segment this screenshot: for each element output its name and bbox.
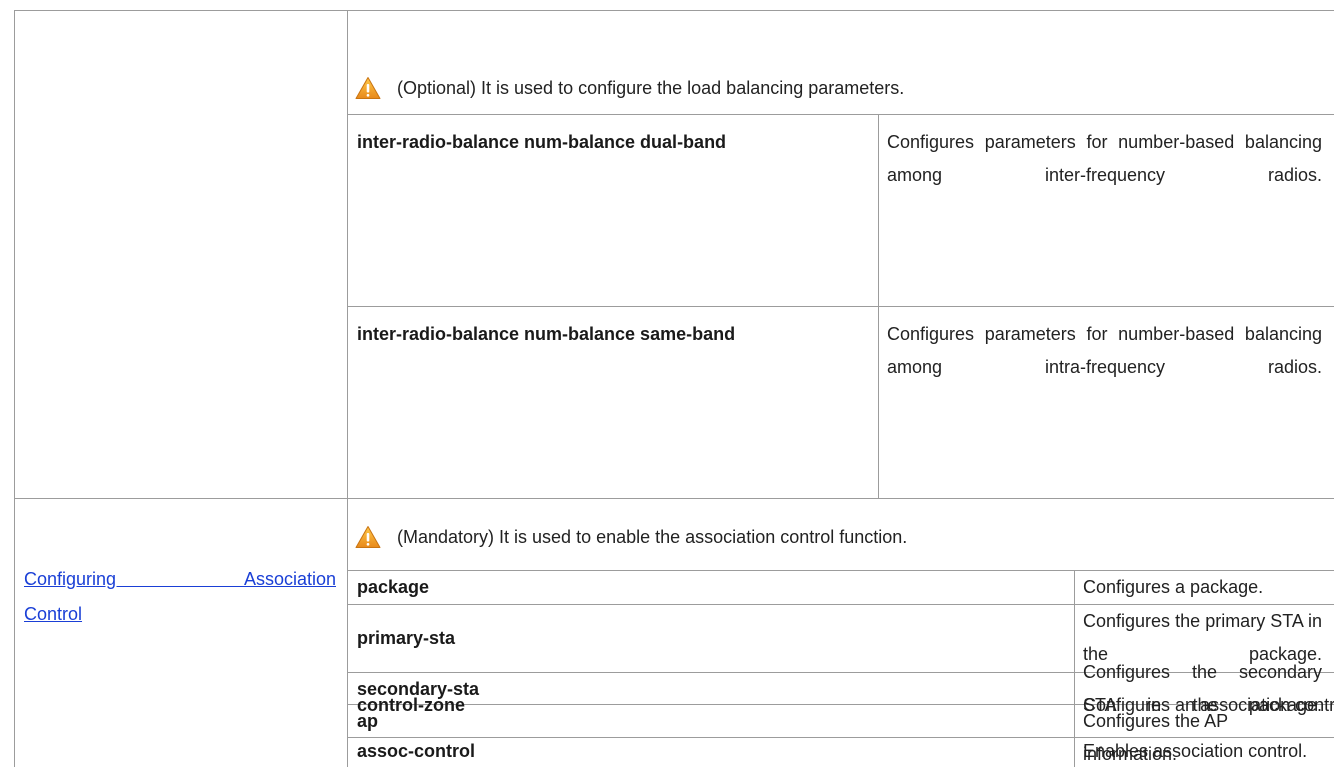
command-text: assoc-control: [357, 741, 476, 761]
command-text: package: [357, 577, 430, 597]
table-left-border: [14, 10, 15, 767]
command-text: ap: [357, 711, 379, 731]
description-cell: Configures parameters for number-based b…: [887, 324, 1322, 377]
notice-optional: (Optional) It is used to configure the l…: [355, 70, 904, 106]
notice-text: (Optional) It is used to configure the l…: [397, 77, 905, 98]
command-cell: primary-sta: [348, 622, 1074, 655]
notice-text: (Mandatory) It is used to enable the ass…: [397, 526, 908, 547]
command-cell: package: [348, 571, 1074, 604]
command-cell: inter-radio-balance num-balance dual-ban…: [348, 126, 878, 159]
warning-triangle-icon: [355, 77, 381, 99]
section-divider: [14, 498, 1334, 499]
command-text: primary-sta: [357, 628, 456, 648]
description-cell: Configures a package.: [1083, 577, 1264, 597]
notice-mandatory: (Mandatory) It is used to enable the ass…: [355, 519, 907, 555]
description-cell: Configures parameters for number-based b…: [887, 132, 1322, 185]
warning-triangle-icon: [355, 526, 381, 548]
row-divider: [347, 306, 1334, 307]
command-cell: inter-radio-balance num-balance same-ban…: [348, 318, 878, 351]
table-top-border: [14, 10, 1334, 11]
command-text: inter-radio-balance num-balance dual-ban…: [357, 132, 727, 152]
command-cell: assoc-control: [348, 735, 1074, 767]
command-cell: ap: [348, 705, 1074, 738]
configuring-association-control-link[interactable]: Configuring Association: [24, 563, 336, 596]
row-divider: [347, 114, 1334, 115]
configuring-association-control-link-cont[interactable]: Control: [24, 598, 336, 631]
description-cell: Enables association control.: [1083, 741, 1308, 761]
command-text: inter-radio-balance num-balance same-ban…: [357, 324, 736, 344]
